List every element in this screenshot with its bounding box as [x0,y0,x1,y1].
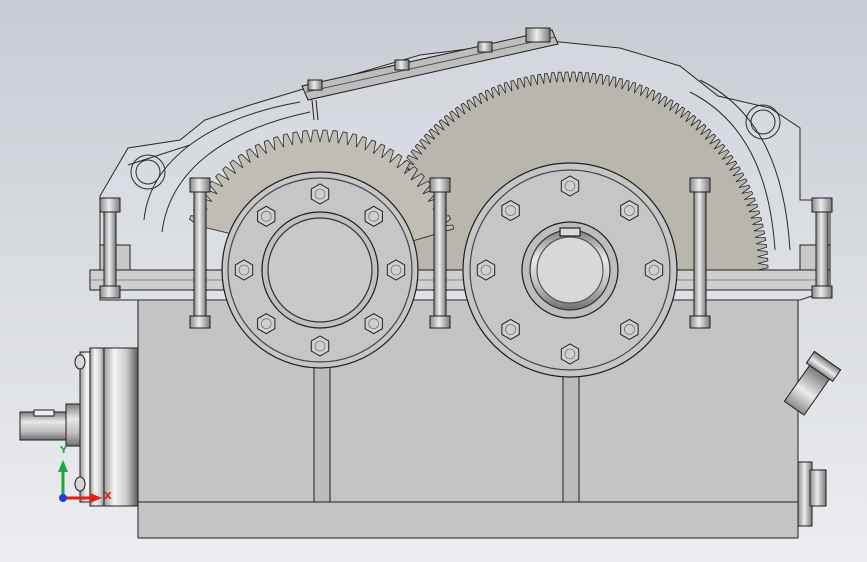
bearing-cap-right [462,162,678,378]
triad-x-label: X [104,491,112,502]
lower-housing [137,299,799,539]
gearbox-drawing [0,0,867,562]
cad-viewport[interactable]: Y X [0,0,867,562]
bearing-cap-left [221,171,419,369]
triad-y-label: Y [60,445,68,456]
